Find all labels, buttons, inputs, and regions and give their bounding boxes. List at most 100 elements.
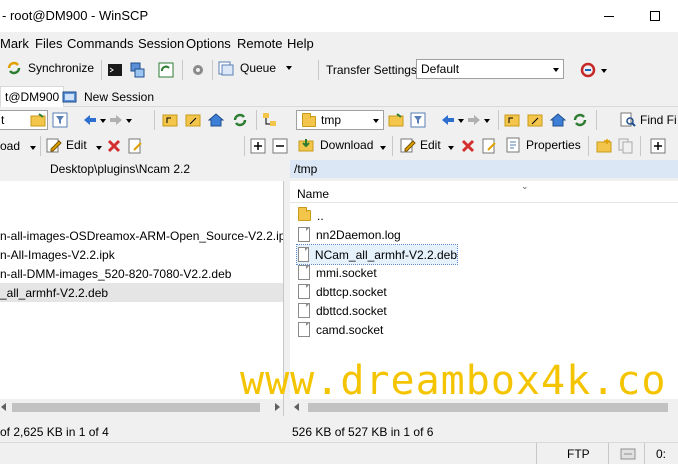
minimize-button[interactable]: [586, 0, 632, 32]
plus-icon[interactable]: [250, 138, 266, 154]
menu-files[interactable]: Files: [35, 36, 62, 51]
maximize-icon: [650, 11, 660, 21]
right-edit-button[interactable]: Edit: [400, 137, 441, 153]
chevron-down-icon[interactable]: [100, 119, 106, 123]
console-icon[interactable]: [107, 62, 123, 78]
parent-folder-icon[interactable]: [504, 112, 520, 128]
gear-icon[interactable]: [190, 62, 206, 78]
toolbar-separator: [256, 110, 257, 130]
minus-icon[interactable]: [272, 138, 288, 154]
refresh-icon[interactable]: [572, 112, 588, 128]
menu-mark[interactable]: Mark: [0, 36, 29, 51]
right-folder-select[interactable]: tmp: [296, 110, 384, 130]
properties-label: Properties: [526, 138, 581, 152]
back-icon[interactable]: [82, 112, 98, 128]
putty-icon[interactable]: [129, 62, 145, 78]
menu-help[interactable]: Help: [287, 36, 314, 51]
scroll-right-icon[interactable]: [275, 403, 280, 411]
list-item[interactable]: n-All-Images-V2.2.ipk: [0, 245, 283, 264]
list-item[interactable]: mmi.socket: [290, 263, 590, 282]
delete-icon[interactable]: [106, 138, 122, 154]
list-item[interactable]: dbttcp.socket: [290, 282, 590, 301]
filter-icon[interactable]: [52, 112, 68, 128]
menu-remote[interactable]: Remote: [237, 36, 283, 51]
open-folder-icon[interactable]: [388, 112, 404, 128]
scroll-thumb[interactable]: [308, 403, 668, 412]
scroll-left-icon[interactable]: [1, 403, 6, 411]
right-path: /tmp: [294, 162, 318, 176]
upload-button[interactable]: oad: [0, 139, 20, 153]
tab-session[interactable]: t@DM900: [0, 86, 65, 107]
chevron-down-icon[interactable]: [380, 146, 386, 150]
tree-icon[interactable]: [262, 112, 278, 128]
list-item[interactable]: n-all-DMM-images_520-820-7080-V2.2.deb: [0, 264, 283, 283]
open-folder-icon[interactable]: [30, 112, 46, 128]
forward-icon[interactable]: [108, 112, 124, 128]
status-bar: of 2,625 KB in 1 of 4 526 KB of 527 KB i…: [0, 420, 678, 444]
toolbar-separator: [182, 60, 183, 80]
root-folder-icon[interactable]: [185, 112, 201, 128]
scroll-thumb[interactable]: [12, 403, 260, 412]
rename-icon[interactable]: [128, 138, 144, 154]
transfer-toggle-icon[interactable]: [580, 62, 596, 78]
menu-options[interactable]: Options: [186, 36, 231, 51]
synchronize-label: Synchronize: [28, 61, 95, 75]
chevron-down-icon[interactable]: [96, 146, 102, 150]
left-edit-button[interactable]: Edit: [46, 137, 87, 153]
tab-new-session[interactable]: New Session: [58, 86, 158, 107]
chevron-down-icon[interactable]: [484, 119, 490, 123]
toolbar-separator: [588, 136, 589, 156]
list-item[interactable]: camd.socket: [290, 320, 590, 339]
plus-icon[interactable]: [650, 138, 666, 154]
menu-bar: Mark Files Commands Session Options Remo…: [0, 34, 678, 54]
chevron-down-icon[interactable]: [458, 119, 464, 123]
menu-session[interactable]: Session: [138, 36, 184, 51]
download-button[interactable]: Download: [298, 137, 373, 153]
file-name: NCam_all_armhf-V2.2.deb: [314, 247, 457, 262]
refresh-window-icon[interactable]: [158, 62, 174, 78]
refresh-icon[interactable]: [232, 112, 248, 128]
transfer-settings-select[interactable]: Default: [416, 59, 564, 79]
properties-button[interactable]: Properties: [506, 137, 581, 153]
list-item[interactable]: n-all-images-OSDreamox-ARM-Open_Source-V…: [0, 226, 283, 245]
list-item[interactable]: nn2Daemon.log: [290, 225, 590, 244]
right-status-text: 526 KB of 527 KB in 1 of 6: [292, 425, 434, 439]
menu-commands[interactable]: Commands: [67, 36, 133, 51]
scroll-left-icon[interactable]: [294, 403, 299, 411]
delete-icon[interactable]: [460, 138, 476, 154]
chevron-down-icon[interactable]: [448, 146, 454, 150]
find-files-button[interactable]: Find Fi: [620, 112, 677, 128]
right-nav-toolbar: tmp Find Fi: [290, 108, 678, 132]
file-name: n-All-Images-V2.2.ipk: [0, 247, 115, 262]
chevron-down-icon[interactable]: [30, 146, 36, 150]
download-icon: [298, 139, 314, 152]
filter-icon[interactable]: [410, 112, 426, 128]
synchronize-button[interactable]: Synchronize: [6, 60, 94, 76]
queue-button[interactable]: Queue: [218, 60, 293, 76]
list-item[interactable]: dbttcd.socket: [290, 301, 590, 320]
toolbar-separator: [318, 60, 319, 80]
new-folder-icon[interactable]: [596, 138, 612, 154]
chevron-down-icon[interactable]: [126, 119, 132, 123]
list-item[interactable]: NCam_all_armhf-V2.2.deb: [296, 244, 458, 265]
chevron-down-icon[interactable]: [601, 69, 607, 73]
list-item[interactable]: _all_armhf-V2.2.deb: [0, 283, 283, 302]
copy-icon[interactable]: [618, 138, 634, 154]
toolbar-separator: [101, 60, 102, 80]
toolbar-separator: [596, 110, 597, 130]
rename-icon[interactable]: [482, 138, 498, 154]
list-item[interactable]: ..: [290, 206, 590, 225]
file-name: dbttcd.socket: [316, 303, 387, 318]
properties-icon: [506, 137, 520, 153]
file-name: mmi.socket: [316, 265, 377, 280]
folder-icon: [302, 113, 316, 127]
forward-icon[interactable]: [466, 112, 482, 128]
parent-folder-icon[interactable]: [162, 112, 178, 128]
new-session-icon: [62, 91, 77, 102]
home-icon[interactable]: [550, 112, 566, 128]
root-folder-icon[interactable]: [527, 112, 543, 128]
back-icon[interactable]: [440, 112, 456, 128]
home-icon[interactable]: [208, 112, 224, 128]
column-header[interactable]: Name ⌄: [290, 181, 678, 203]
maximize-button[interactable]: [632, 0, 678, 32]
